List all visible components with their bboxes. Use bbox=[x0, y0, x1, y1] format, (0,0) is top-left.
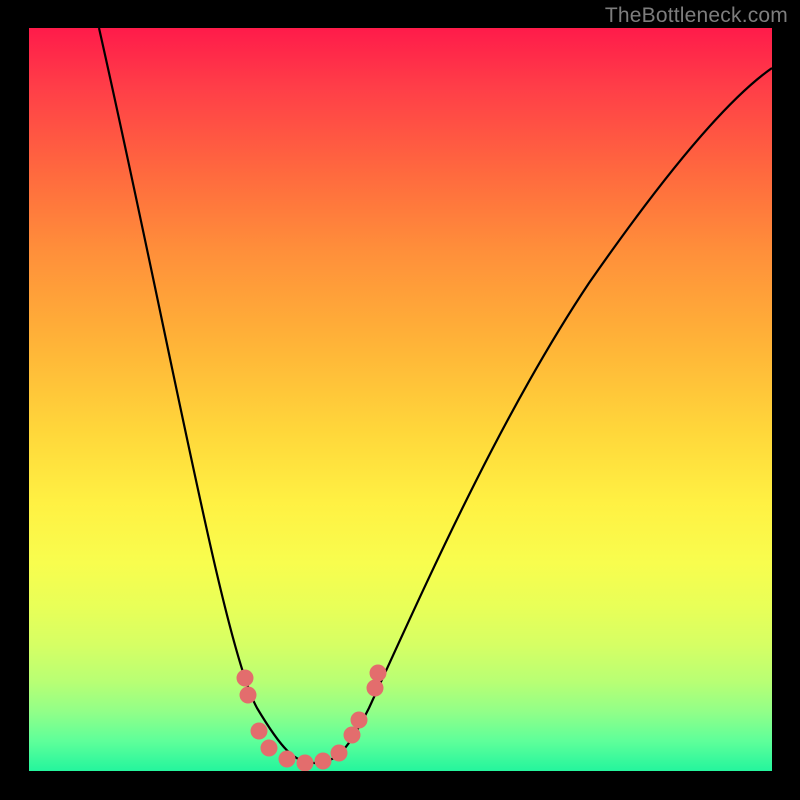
curve-markers bbox=[29, 28, 772, 771]
curve-marker bbox=[251, 723, 268, 740]
curve-marker bbox=[315, 753, 332, 770]
curve-marker bbox=[240, 687, 257, 704]
curve-marker bbox=[367, 680, 384, 697]
watermark-text: TheBottleneck.com bbox=[605, 4, 788, 28]
curve-marker bbox=[261, 740, 278, 757]
curve-marker bbox=[331, 745, 348, 762]
curve-marker bbox=[351, 712, 368, 729]
curve-marker bbox=[344, 727, 361, 744]
curve-marker bbox=[297, 755, 314, 772]
curve-marker bbox=[279, 751, 296, 768]
curve-marker bbox=[237, 670, 254, 687]
curve-marker bbox=[370, 665, 387, 682]
chart-plot-area bbox=[29, 28, 772, 771]
